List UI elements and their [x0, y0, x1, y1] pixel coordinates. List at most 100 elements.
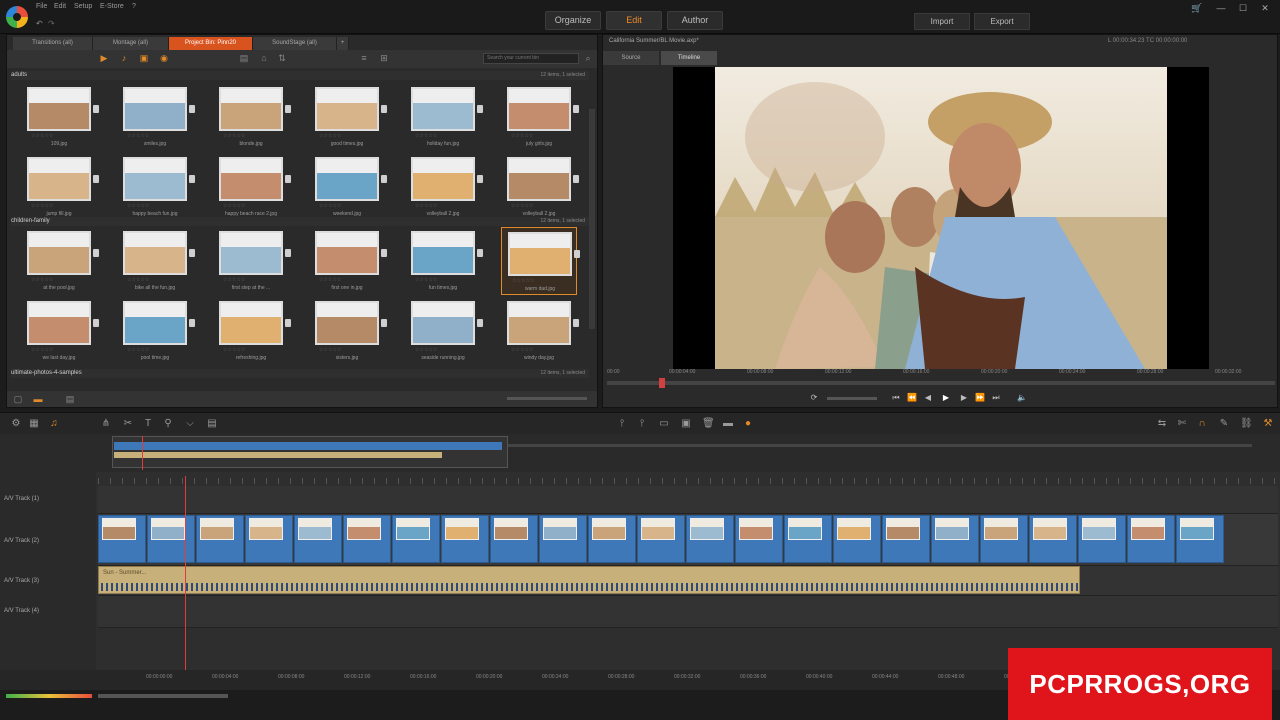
effects-icon[interactable]: ▤ [206, 418, 218, 430]
video-clip[interactable] [294, 515, 342, 563]
clip-icon[interactable]: ▭ [658, 418, 670, 430]
export-button[interactable]: Export [974, 13, 1030, 30]
rating-stars[interactable]: ☆☆☆☆☆ [127, 347, 149, 353]
media-thumbnail[interactable]: ☆☆☆☆☆ pool time.jpg [117, 297, 195, 365]
loop-icon[interactable]: ⟳ [809, 393, 819, 403]
media-thumbnail[interactable]: ☆☆☆☆☆ we last day.jpg [21, 297, 99, 365]
video-clip[interactable] [686, 515, 734, 563]
video-clip[interactable] [539, 515, 587, 563]
rating-stars[interactable]: ☆☆☆☆☆ [31, 203, 53, 209]
rating-stars[interactable]: ☆☆☆☆☆ [319, 203, 341, 209]
tab-source[interactable]: Source [603, 51, 659, 65]
media-thumbnail[interactable]: ☆☆☆☆☆ first step at the ... [213, 227, 291, 295]
video-clip[interactable] [1127, 515, 1175, 563]
tag-icon[interactable]: ⌂ [259, 53, 269, 63]
media-thumbnail[interactable]: ☆☆☆☆☆ blonde.jpg [213, 83, 291, 151]
menu-estore[interactable]: E-Store [100, 3, 124, 10]
in-point-icon[interactable]: ⫯ [616, 418, 628, 430]
filter-video-icon[interactable]: ▶ [99, 53, 109, 63]
search-icon[interactable]: ⌕ [583, 53, 593, 63]
media-thumbnail[interactable]: ☆☆☆☆☆ first one in.jpg [309, 227, 387, 295]
record-icon[interactable]: ▬ [722, 418, 734, 430]
rating-stars[interactable]: ☆☆☆☆☆ [223, 203, 245, 209]
video-clip[interactable] [980, 515, 1028, 563]
rating-stars[interactable]: ☆☆☆☆☆ [511, 133, 533, 139]
video-clip[interactable] [441, 515, 489, 563]
play-icon[interactable]: ▶ [941, 393, 951, 403]
timeline-hscroll[interactable] [98, 694, 228, 698]
media-thumbnail[interactable]: ☆☆☆☆☆ weekend.jpg [309, 153, 387, 221]
video-clip[interactable] [392, 515, 440, 563]
add-tab-icon[interactable]: + [337, 37, 349, 50]
grid-view-icon[interactable]: ⊞ [379, 53, 389, 63]
video-clip[interactable] [196, 515, 244, 563]
razor-icon[interactable]: ✂ [122, 418, 134, 430]
video-clip[interactable] [784, 515, 832, 563]
video-clip[interactable] [735, 515, 783, 563]
maximize-icon[interactable]: ☐ [1236, 2, 1250, 14]
media-thumbnail[interactable]: ☆☆☆☆☆ warm dad.jpg [501, 227, 580, 295]
track-row-4[interactable] [98, 596, 1278, 628]
group-header[interactable]: adults 12 items, 1 selected [11, 71, 589, 80]
video-clip[interactable] [1176, 515, 1224, 563]
media-thumbnail[interactable]: ☆☆☆☆☆ fun times.jpg [405, 227, 483, 295]
video-clip[interactable] [882, 515, 930, 563]
video-clip[interactable] [833, 515, 881, 563]
scrubber-handle[interactable] [659, 378, 665, 388]
timeline-overview[interactable] [0, 434, 1280, 472]
sort-icon[interactable]: ⇅ [277, 53, 287, 63]
media-thumbnail[interactable]: ☆☆☆☆☆ bike all the fun.jpg [117, 227, 195, 295]
media-thumbnail[interactable]: ☆☆☆☆☆ smiles.jpg [117, 83, 195, 151]
menu-edit[interactable]: Edit [54, 3, 66, 10]
snap-icon[interactable]: ⋔ [100, 418, 112, 430]
filter-audio-icon[interactable]: ♪ [119, 53, 129, 63]
trim-icon[interactable]: ✄ [1176, 418, 1188, 430]
rating-stars[interactable]: ☆☆☆☆☆ [319, 347, 341, 353]
video-clip[interactable] [1029, 515, 1077, 563]
details-icon[interactable]: ▤ [65, 394, 75, 404]
rating-stars[interactable]: ☆☆☆☆☆ [415, 203, 437, 209]
video-clip[interactable] [637, 515, 685, 563]
mode-author[interactable]: Author [667, 11, 723, 30]
undo-icon[interactable]: ↶ [36, 19, 43, 28]
wrench-icon[interactable]: ⚙ [10, 418, 22, 430]
list-view-icon[interactable]: ≡ [359, 53, 369, 63]
help-icon[interactable]: ? [132, 3, 136, 10]
video-clip[interactable] [931, 515, 979, 563]
media-thumbnail[interactable]: ☆☆☆☆☆ happy beach fun.jpg [117, 153, 195, 221]
media-thumbnail[interactable]: ☆☆☆☆☆ at the pool.jpg [21, 227, 99, 295]
marker-icon[interactable]: ⚲ [162, 418, 174, 430]
media-thumbnail[interactable]: ☆☆☆☆☆ volleyball 2.jpg [501, 153, 579, 221]
step-back-icon[interactable]: ◀ [923, 393, 933, 403]
tab-soundstage[interactable]: SoundStage (all) [253, 37, 337, 50]
record-marker-icon[interactable]: ● [742, 418, 754, 430]
tab-timeline[interactable]: Timeline [661, 51, 717, 65]
video-clip[interactable] [1078, 515, 1126, 563]
media-thumbnail[interactable]: ☆☆☆☆☆ sisters.jpg [309, 297, 387, 365]
ripple-icon[interactable]: ⇆ [1156, 418, 1168, 430]
rating-stars[interactable]: ☆☆☆☆☆ [31, 133, 53, 139]
media-thumbnail[interactable]: ☆☆☆☆☆ happy beach race 2.jpg [213, 153, 291, 221]
folder-icon[interactable]: ▤ [239, 53, 249, 63]
group-header[interactable]: ultimate-photos-4-samples 12 items, 1 se… [11, 369, 589, 378]
mode-edit[interactable]: Edit [606, 11, 662, 30]
step-forward-icon[interactable]: ▶ [959, 393, 969, 403]
media-thumbnail[interactable]: ☆☆☆☆☆ july girls.jpg [501, 83, 579, 151]
shuttle-slider[interactable] [827, 397, 877, 400]
media-thumbnail[interactable]: ☆☆☆☆☆ windy day.jpg [501, 297, 579, 365]
rating-stars[interactable]: ☆☆☆☆☆ [31, 277, 53, 283]
rating-stars[interactable]: ☆☆☆☆☆ [319, 277, 341, 283]
filter-project-icon[interactable]: ◉ [159, 53, 169, 63]
out-point-icon[interactable]: ⫯ [636, 418, 648, 430]
volume-icon[interactable]: 🔈 [1017, 393, 1027, 403]
rating-stars[interactable]: ☆☆☆☆☆ [127, 203, 149, 209]
media-thumbnail[interactable]: ☆☆☆☆☆ volleyball 2.jpg [405, 153, 483, 221]
video-clip[interactable] [490, 515, 538, 563]
media-thumbnail[interactable]: ☆☆☆☆☆ holiday fun.jpg [405, 83, 483, 151]
tab-project-bin[interactable]: Project Bin: Pinn20 [169, 37, 253, 50]
zoom-icon[interactable]: ⚒ [1262, 418, 1274, 430]
rating-stars[interactable]: ☆☆☆☆☆ [511, 203, 533, 209]
rating-stars[interactable]: ☆☆☆☆☆ [223, 133, 245, 139]
scrubber-track[interactable] [607, 378, 1275, 388]
media-thumbnail[interactable]: ☆☆☆☆☆ 109.jpg [21, 83, 99, 151]
